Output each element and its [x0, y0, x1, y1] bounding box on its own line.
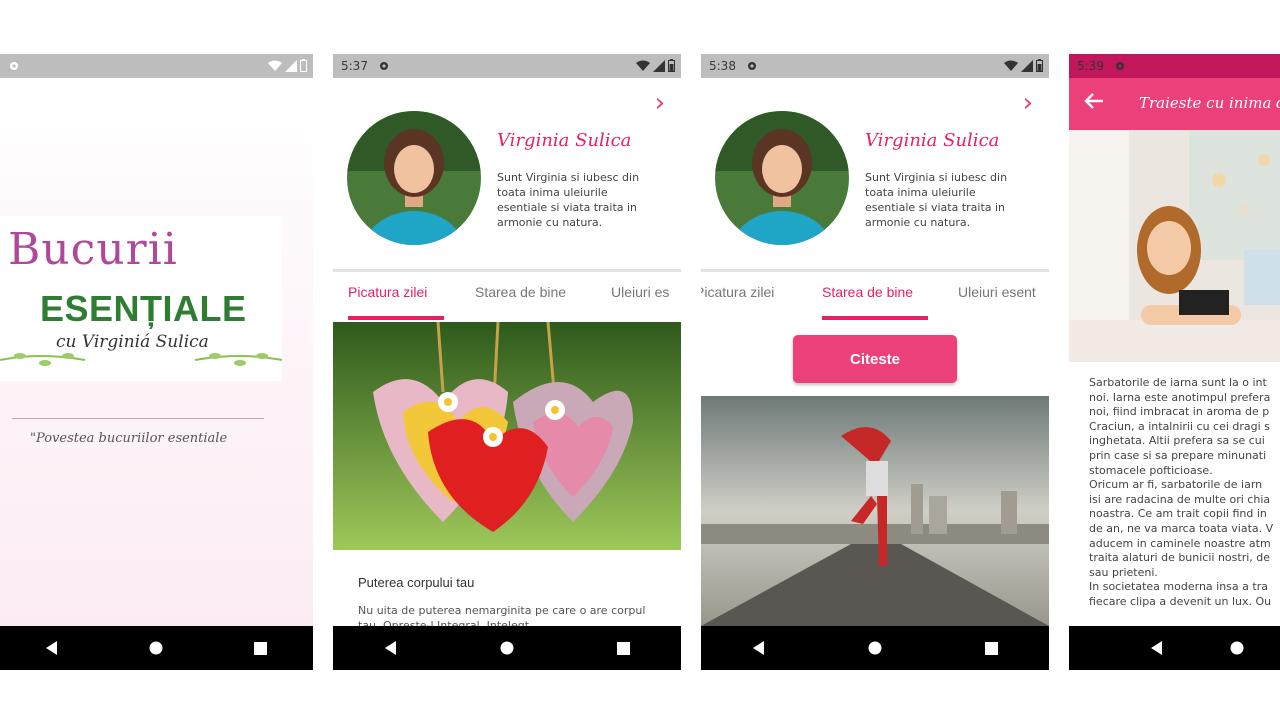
- article-line: fiecare clipa a devenit un lux. Ou: [1089, 594, 1272, 608]
- signal-icon: [653, 59, 665, 72]
- tab-daily-drop[interactable]: Picatura zilei: [701, 284, 774, 300]
- article-line: In societatea moderna insa a tra: [1089, 580, 1268, 594]
- article-line: Craciun, a intalnirii cu cei dragi s: [1089, 419, 1270, 433]
- wifi-icon: [1004, 60, 1018, 71]
- signal-icon: [285, 59, 297, 72]
- navigation-bar: [0, 626, 313, 670]
- article-line: noi. Iarna este anotimpul prefera: [1089, 390, 1271, 404]
- back-nav-icon[interactable]: [1147, 638, 1167, 658]
- navigation-bar: [701, 626, 1049, 670]
- profile-description: Sunt Virginia si iubesc din toata inima …: [497, 171, 640, 229]
- article-line: prin case si sa prepare minunati: [1089, 448, 1267, 462]
- back-nav-icon[interactable]: [381, 638, 401, 658]
- article-line: Sarbatorile de iarna sunt la o int: [1089, 376, 1267, 389]
- tab-bar: Picatura zilei Starea de bine Uleiuri es…: [701, 269, 1049, 321]
- settings-gear-icon: [1115, 62, 1124, 70]
- recents-nav-icon[interactable]: [613, 638, 633, 658]
- recents-nav-icon[interactable]: [251, 638, 271, 658]
- article-line: aducem in caminele noastre atm: [1089, 536, 1271, 550]
- article-body: Sarbatorile de iarna sunt la o int noi. …: [1089, 376, 1280, 610]
- status-bar: [0, 54, 313, 78]
- battery-icon: [668, 59, 675, 72]
- logo-title: Bucurii: [8, 224, 178, 275]
- divider: [12, 418, 264, 419]
- article-line: inghetata. Altii prefera sa se cui: [1089, 434, 1265, 448]
- hearts-image: [333, 322, 681, 550]
- status-bar: 5:39: [1069, 54, 1280, 78]
- home-nav-icon[interactable]: [865, 638, 885, 658]
- status-bar: 5:38: [701, 54, 1049, 78]
- tab-daily-drop[interactable]: Picatura zilei: [348, 284, 427, 300]
- wifi-icon: [268, 60, 282, 71]
- phone-article-screen: 5:39 Traieste cu inima d Sarbatorile de: [1069, 54, 1280, 670]
- article-line: isi are radacina de multe ori chia: [1089, 492, 1271, 506]
- article-line: noastra. Ce am trait copii find in: [1089, 507, 1267, 521]
- splash-tagline: "Povestea bucuriilor esentiale: [30, 431, 228, 446]
- battery-icon: [300, 59, 307, 72]
- phone-splash-screen: Bucurii ESENȚIALE cu Virginiá Sulica "Po…: [0, 54, 313, 670]
- leaf-decoration-icon: [0, 353, 282, 366]
- chevron-right-icon[interactable]: ›: [1023, 88, 1033, 118]
- article-line: Oricum ar fi, sarbatorile de iarn: [1089, 478, 1263, 492]
- profile-description: Sunt Virginia si iubesc din toata inima …: [865, 171, 1008, 229]
- wifi-icon: [636, 60, 650, 71]
- profile-name: Virginia Sulica: [497, 130, 632, 151]
- article-line: stomacele pofticioase.: [1089, 463, 1213, 477]
- tab-indicator: [822, 316, 928, 320]
- logo-subtitle: ESENȚIALE: [40, 288, 247, 329]
- dancer-image: [701, 396, 1049, 626]
- profile-avatar: [715, 111, 849, 245]
- navigation-bar: [333, 626, 681, 670]
- battery-icon: [1036, 59, 1043, 72]
- status-bar: 5:37: [333, 54, 681, 78]
- settings-gear-icon: [10, 62, 18, 70]
- article-title: Traieste cu inima d: [1139, 94, 1280, 112]
- back-nav-icon[interactable]: [749, 638, 769, 658]
- settings-gear-icon: [379, 62, 388, 70]
- phone-daily-drop-screen: 5:37 › Virginia Sulica Sunt Virginia si …: [333, 54, 681, 670]
- profile-name: Virginia Sulica: [865, 130, 1000, 151]
- navigation-bar: [1069, 626, 1280, 670]
- article-line: de an, ne va marca toata viata. V: [1089, 521, 1274, 535]
- status-time: 5:37: [341, 59, 368, 73]
- tab-essential-oils[interactable]: Uleiuri esent: [958, 284, 1036, 300]
- chevron-right-icon[interactable]: ›: [655, 88, 665, 118]
- status-time: 5:39: [1077, 59, 1104, 73]
- home-nav-icon[interactable]: [497, 638, 517, 658]
- recents-nav-icon[interactable]: [981, 638, 1001, 658]
- back-nav-icon[interactable]: [42, 638, 62, 658]
- screenshots-stage: Bucurii ESENȚIALE cu Virginiá Sulica "Po…: [0, 0, 1280, 720]
- article-line: noi, fiind imbracat in aroma de p: [1089, 405, 1270, 419]
- tab-well-being[interactable]: Starea de bine: [822, 284, 913, 300]
- home-nav-icon[interactable]: [1227, 638, 1247, 658]
- settings-gear-icon: [747, 62, 756, 70]
- child-image: [1069, 130, 1280, 362]
- status-time: 5:38: [709, 59, 736, 73]
- article-line: traita alaturi de bunicii nostri, de: [1089, 551, 1271, 565]
- app-logo: Bucurii ESENȚIALE cu Virginiá Sulica: [0, 216, 282, 381]
- profile-avatar: [347, 111, 481, 245]
- home-nav-icon[interactable]: [146, 638, 166, 658]
- tab-indicator: [348, 316, 444, 320]
- card-title: Puterea corpului tau: [358, 575, 475, 590]
- read-button[interactable]: Citeste: [793, 335, 957, 383]
- tab-bar: Picatura zilei Starea de bine Uleiuri es: [333, 269, 681, 321]
- tab-well-being[interactable]: Starea de bine: [475, 284, 566, 300]
- back-arrow-icon[interactable]: [1083, 90, 1105, 112]
- app-toolbar: Traieste cu inima d: [1069, 78, 1280, 130]
- article-line: sau prieteni.: [1089, 565, 1158, 579]
- signal-icon: [1021, 59, 1033, 72]
- tab-essential-oils[interactable]: Uleiuri es: [611, 284, 669, 300]
- phone-well-being-screen: 5:38 › Virginia Sulica Sunt Virginia si …: [701, 54, 1049, 670]
